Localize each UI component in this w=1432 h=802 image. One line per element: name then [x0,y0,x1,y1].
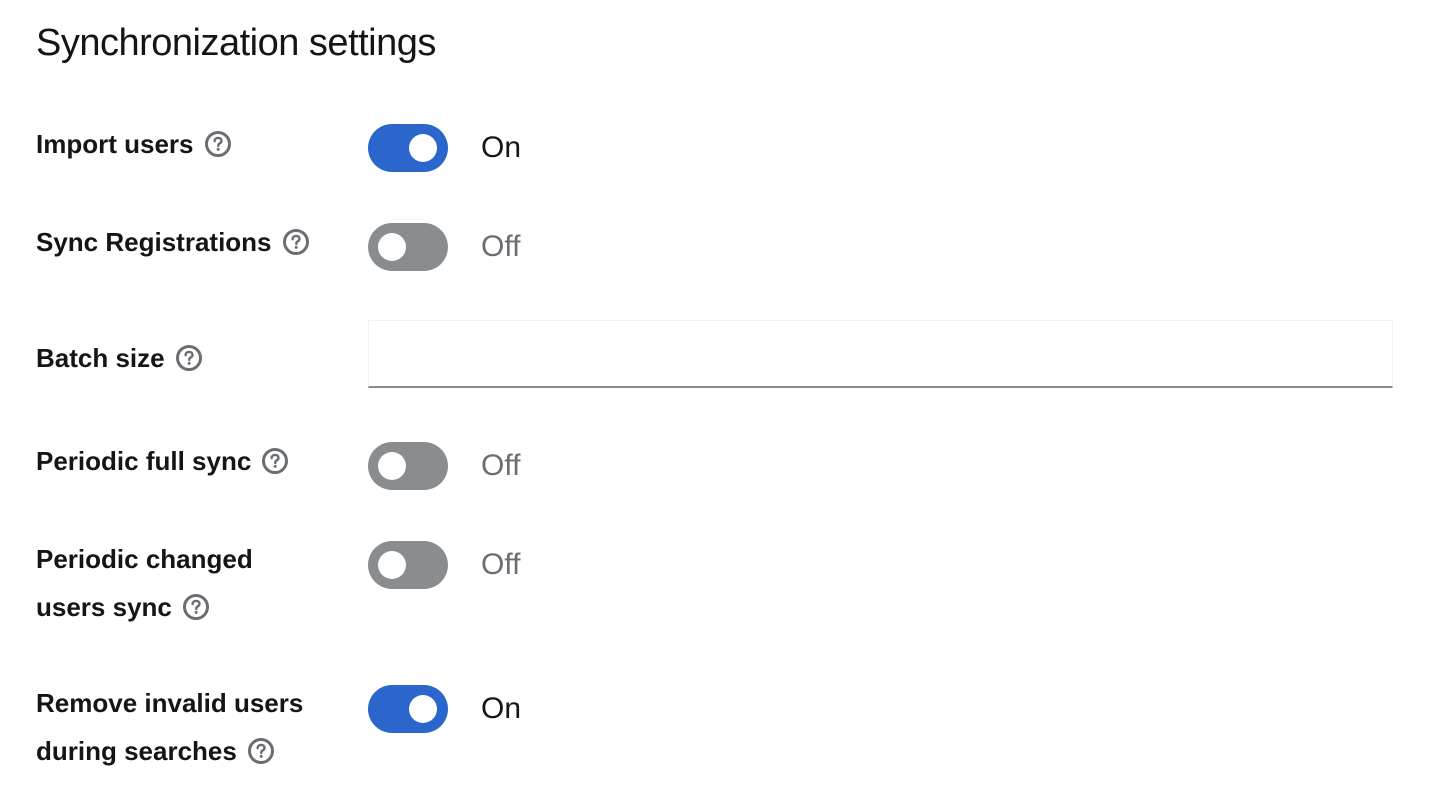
sync-registrations-toggle[interactable] [368,223,448,271]
batch-size-label-group: Batch size [36,334,336,382]
periodic-changed-users-sync-label-line1: Periodic changed [36,544,253,574]
periodic-full-sync-control: Off [368,442,520,490]
periodic-full-sync-label: Periodic full sync [36,446,252,476]
toggle-knob [378,233,406,261]
import-users-label-group: Import users [36,120,336,168]
periodic-changed-users-sync-toggle[interactable] [368,541,448,589]
toggle-knob [378,551,406,579]
remove-invalid-users-label-line2: during searches [36,736,237,766]
periodic-full-sync-state-text: Off [481,449,521,482]
periodic-changed-users-sync-label-line2: users sync [36,592,172,622]
toggle-knob [378,452,406,480]
question-circle-icon[interactable] [261,447,289,475]
import-users-state-text: On [481,131,522,164]
periodic-changed-users-sync-state-text: Off [481,548,521,581]
batch-size-input[interactable] [368,320,1393,388]
import-users-control: On [368,124,521,172]
question-circle-icon[interactable] [175,344,203,372]
periodic-full-sync-label-group: Periodic full sync [36,437,336,485]
remove-invalid-users-state-text: On [481,692,522,725]
import-users-label-line: Import users [36,120,336,168]
section-title: Synchronization settings [36,22,436,64]
question-circle-icon[interactable] [204,130,232,158]
periodic-changed-users-sync-label-line2-wrap: users sync [36,583,336,631]
remove-invalid-users-label-line2-wrap: during searches [36,727,336,775]
sync-registrations-label: Sync Registrations [36,227,272,257]
remove-invalid-users-toggle[interactable] [368,685,448,733]
periodic-changed-users-sync-control: Off [368,541,520,589]
import-users-label: Import users [36,129,194,159]
sync-registrations-label-group: Sync Registrations [36,218,336,266]
batch-size-label: Batch size [36,343,165,373]
import-users-toggle[interactable] [368,124,448,172]
toggle-knob [409,695,437,723]
question-circle-icon[interactable] [182,593,210,621]
toggle-knob [409,134,437,162]
sync-registrations-state-text: Off [481,230,521,263]
periodic-full-sync-label-line: Periodic full sync [36,437,336,485]
batch-size-label-line: Batch size [36,334,336,382]
sync-registrations-control: Off [368,223,520,271]
sync-registrations-label-line: Sync Registrations [36,218,336,266]
periodic-changed-users-sync-label-group: Periodic changed users sync [36,535,336,631]
synchronization-settings-panel: Synchronization settings Import users On… [0,0,1432,802]
question-circle-icon[interactable] [247,737,275,765]
remove-invalid-users-control: On [368,685,521,733]
remove-invalid-users-label-group: Remove invalid users during searches [36,679,336,775]
periodic-full-sync-toggle[interactable] [368,442,448,490]
remove-invalid-users-label-line1: Remove invalid users [36,688,304,718]
question-circle-icon[interactable] [282,228,310,256]
